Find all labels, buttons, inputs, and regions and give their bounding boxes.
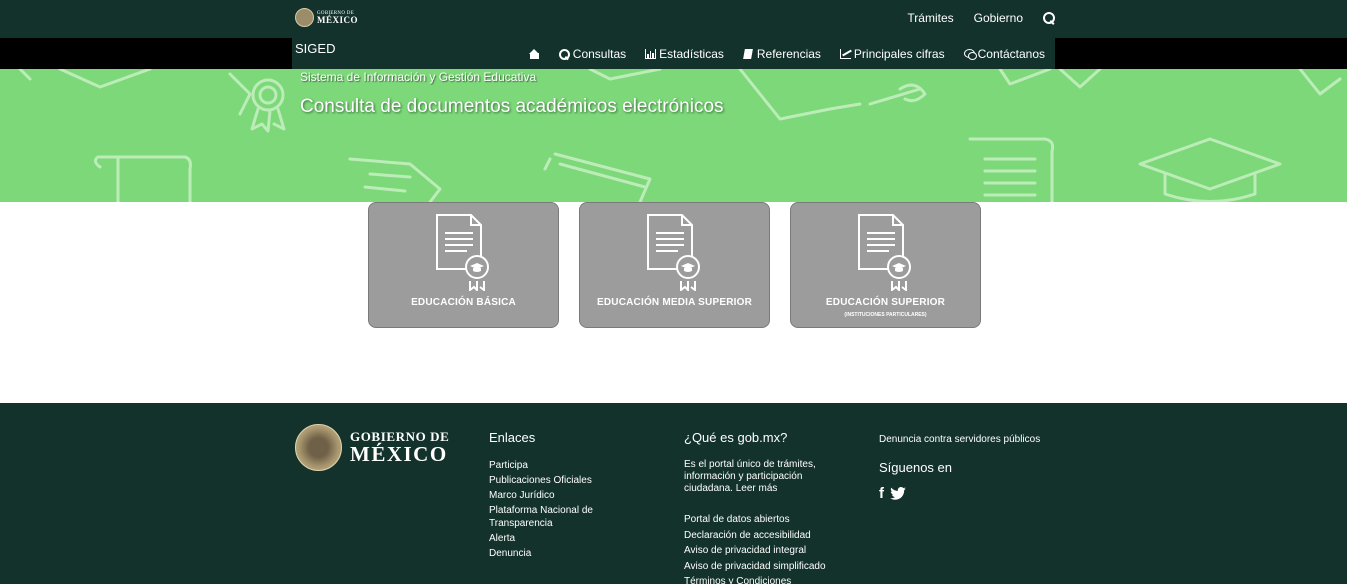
top-link-tramites[interactable]: Trámites: [907, 11, 953, 25]
footer-link-denuncia-servidores[interactable]: Denuncia contra servidores públicos: [879, 433, 1079, 446]
page-title: Consulta de documentos académicos electr…: [300, 96, 724, 117]
page: GOBIERNO DE MÉXICO Trámites Gobierno SIG…: [0, 0, 1347, 584]
footer-link-datos-abiertos[interactable]: Portal de datos abiertos: [684, 513, 854, 526]
nav-item-referencias[interactable]: Referencias: [743, 47, 821, 61]
nav-item-estadisticas[interactable]: Estadísticas: [645, 47, 724, 61]
nav-brand[interactable]: SIGED: [295, 41, 335, 56]
hero-banner: Sistema de Información y Gestión Educati…: [0, 69, 1347, 202]
footer-link-marco-juridico[interactable]: Marco Jurídico: [489, 489, 629, 502]
twitter-icon[interactable]: [890, 487, 906, 500]
footer-link-terminos[interactable]: Términos y Condiciones: [684, 575, 854, 584]
nav-item-label: Principales cifras: [853, 46, 945, 61]
nav-item-contactanos[interactable]: Contáctanos: [963, 46, 1045, 61]
nav-item-label: Referencias: [756, 46, 821, 61]
book-icon: [743, 49, 754, 59]
gobierno-logo-small[interactable]: GOBIERNO DE MÉXICO: [295, 8, 358, 27]
bar-chart-icon: [645, 48, 657, 59]
top-link-gobierno[interactable]: Gobierno: [974, 11, 1023, 25]
top-links: Trámites Gobierno: [907, 11, 1055, 25]
footer-enlaces-title: Enlaces: [489, 430, 536, 445]
national-seal-icon: [295, 424, 342, 471]
gobierno-logo-footer[interactable]: GOBIERNO DE MÉXICO: [295, 424, 449, 471]
footer-logo-line1: GOBIERNO DE: [350, 428, 450, 444]
footer: GOBIERNO DE MÉXICO Enlaces Participa Pub…: [0, 403, 1347, 584]
footer-logo-line2: MÉXICO: [350, 442, 448, 467]
education-doodles-illustration: [18, 69, 1342, 202]
card-label: EDUCACIÓN MEDIA SUPERIOR: [597, 297, 752, 308]
footer-que-es-title: ¿Qué es gob.mx?: [684, 430, 788, 445]
footer-siguenos-label: Síguenos en: [879, 460, 953, 475]
footer-link-privacidad-integral[interactable]: Aviso de privacidad integral: [684, 544, 854, 557]
footer-que-es: ¿Qué es gob.mx? Es el portal único de tr…: [684, 430, 854, 584]
nav-item-label: Consultas: [572, 46, 627, 61]
search-icon[interactable]: [1043, 12, 1055, 24]
top-bar: GOBIERNO DE MÉXICO Trámites Gobierno: [0, 0, 1347, 38]
footer-link-publicaciones[interactable]: Publicaciones Oficiales: [489, 474, 629, 487]
certificate-document-icon: [647, 214, 700, 291]
social-links: f: [879, 485, 1079, 502]
card-educacion-superior[interactable]: EDUCACIÓN SUPERIOR (INSTITUCIONES PARTIC…: [790, 202, 981, 328]
chat-icon: [963, 48, 977, 60]
line-chart-icon: [839, 48, 851, 59]
nav-links: Consultas Estadísticas Referencias Princ…: [528, 38, 1045, 69]
footer-link-privacidad-simplificado[interactable]: Aviso de privacidad simplificado: [684, 560, 854, 573]
main-nav: SIGED Consultas Estadísticas Referencias…: [292, 38, 1055, 69]
nav-item-home[interactable]: [528, 48, 540, 59]
certificate-document-icon: [436, 214, 489, 291]
card-label: EDUCACIÓN SUPERIOR: [825, 297, 946, 308]
footer-link-transparencia[interactable]: Plataforma Nacional de Transparencia: [489, 504, 629, 530]
nav-item-label: Contáctanos: [977, 46, 1045, 61]
facebook-icon[interactable]: f: [879, 485, 884, 502]
nav-item-principales-cifras[interactable]: Principales cifras: [839, 46, 945, 61]
home-icon: [528, 48, 540, 59]
national-seal-icon: [295, 8, 314, 27]
card-label: EDUCACIÓN BÁSICA: [411, 297, 516, 308]
search-icon: [558, 48, 570, 60]
footer-enlaces: Enlaces Participa Publicaciones Oficiale…: [489, 430, 629, 562]
nav-item-label: Estadísticas: [659, 46, 724, 61]
nav-item-consultas[interactable]: Consultas: [558, 46, 627, 61]
card-educacion-basica[interactable]: EDUCACIÓN BÁSICA: [368, 202, 559, 328]
footer-link-participa[interactable]: Participa: [489, 459, 629, 472]
footer-link-accesibilidad[interactable]: Declaración de accesibilidad: [684, 529, 854, 542]
footer-que-es-text: Es el portal único de trámites, informac…: [684, 459, 816, 494]
footer-social: Denuncia contra servidores públicos Sígu…: [879, 433, 1079, 502]
certificate-document-icon: [858, 214, 911, 291]
footer-link-alerta[interactable]: Alerta: [489, 532, 629, 545]
card-educacion-media-superior[interactable]: EDUCACIÓN MEDIA SUPERIOR: [579, 202, 770, 328]
card-note: (INSTITUCIONES PARTICULARES): [844, 312, 927, 318]
banner-subtitle: Sistema de Información y Gestión Educati…: [300, 70, 537, 84]
footer-link-denuncia[interactable]: Denuncia: [489, 547, 629, 560]
logo-line2: MÉXICO: [317, 14, 358, 25]
